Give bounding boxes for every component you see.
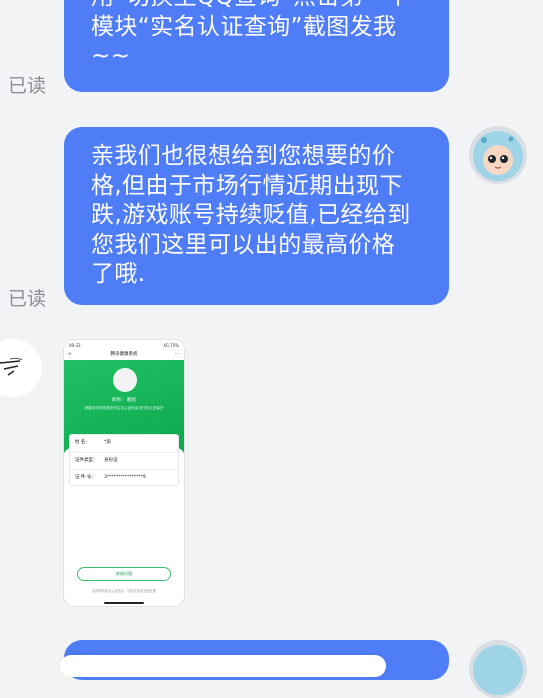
shot-footer-text: 如需修改实名认证信息，请前往相关页面处理: [92, 589, 156, 593]
shot-more-icon: ···: [174, 352, 179, 357]
shot-nickname: 昵称： 鹏程: [112, 398, 136, 403]
shot-row-key: 证 件 号：: [75, 475, 96, 480]
shot-row: 证件类型： 身份证: [70, 453, 178, 470]
message-line: 亲我们也很想给到您想要的价: [91, 143, 396, 169]
shot-row: 证 件 号： 3****************9: [70, 470, 178, 487]
message-line: 您我们这里可以出的最高价格: [91, 231, 396, 258]
message-line: 模块“实名认证查询”截图发我: [91, 13, 397, 40]
shot-row-value: 身份证: [104, 457, 118, 463]
shot-tip: 健康系统将根据您的实名认证信息进行防沉迷保护: [84, 406, 164, 410]
shot-row-value: *渝: [104, 440, 111, 445]
contact-avatar[interactable]: [0, 339, 42, 397]
shot-status-right: 4G 75%: [163, 343, 179, 348]
message-line: 用“切换至QQ查询”点击第一个: [91, 0, 425, 13]
input-bar[interactable]: [60, 655, 386, 677]
avatar-cartoon-icon: [469, 126, 527, 184]
shot-edit-button: 修改问题: [77, 567, 171, 581]
self-avatar[interactable]: [469, 126, 527, 184]
message-line: ~~: [91, 43, 131, 69]
shot-row-value: 3****************9: [104, 475, 146, 480]
shot-nav-bar: < 腾讯健康系统 ···: [64, 350, 184, 360]
image-message-screenshot[interactable]: 09:33 4G 75% < 腾讯健康系统 ··· 昵称： 鹏程 健康系统将根据…: [64, 340, 184, 606]
shot-row: 姓 名： *渝: [70, 435, 178, 453]
message-line: 了哦.: [91, 261, 146, 287]
read-status: 已读: [8, 75, 47, 97]
message-line: 格,但由于市场行情近期出现下: [91, 172, 403, 199]
shot-row-key: 证件类型：: [75, 457, 98, 463]
message-bubble-self[interactable]: 用“切换至QQ查询”点击第一个 模块“实名认证查询”截图发我 ~~: [64, 0, 449, 92]
message-bubble-self[interactable]: 亲我们也很想给到您想要的价 格,但由于市场行情近期出现下 跌,游戏账号持续贬值,…: [64, 127, 449, 305]
shot-time: 09:33: [69, 343, 81, 348]
avatar-cartoon-icon: [469, 640, 527, 698]
shot-info-card: 姓 名： *渝 证件类型： 身份证 证 件 号： 3**************…: [69, 434, 179, 486]
shot-avatar: [113, 368, 137, 392]
shot-nav-title: 腾讯健康系统: [110, 352, 138, 357]
self-avatar[interactable]: [469, 640, 527, 698]
shot-home-indicator: [104, 602, 144, 604]
avatar-sketch-icon: [0, 339, 42, 397]
shot-row-key: 姓 名：: [75, 440, 90, 445]
message-line: 跌,游戏账号持续贬值,已经给到: [91, 202, 411, 228]
shot-status-bar: 09:33 4G 75%: [64, 340, 184, 350]
shot-back-icon: <: [68, 352, 72, 357]
read-status: 已读: [8, 288, 47, 310]
